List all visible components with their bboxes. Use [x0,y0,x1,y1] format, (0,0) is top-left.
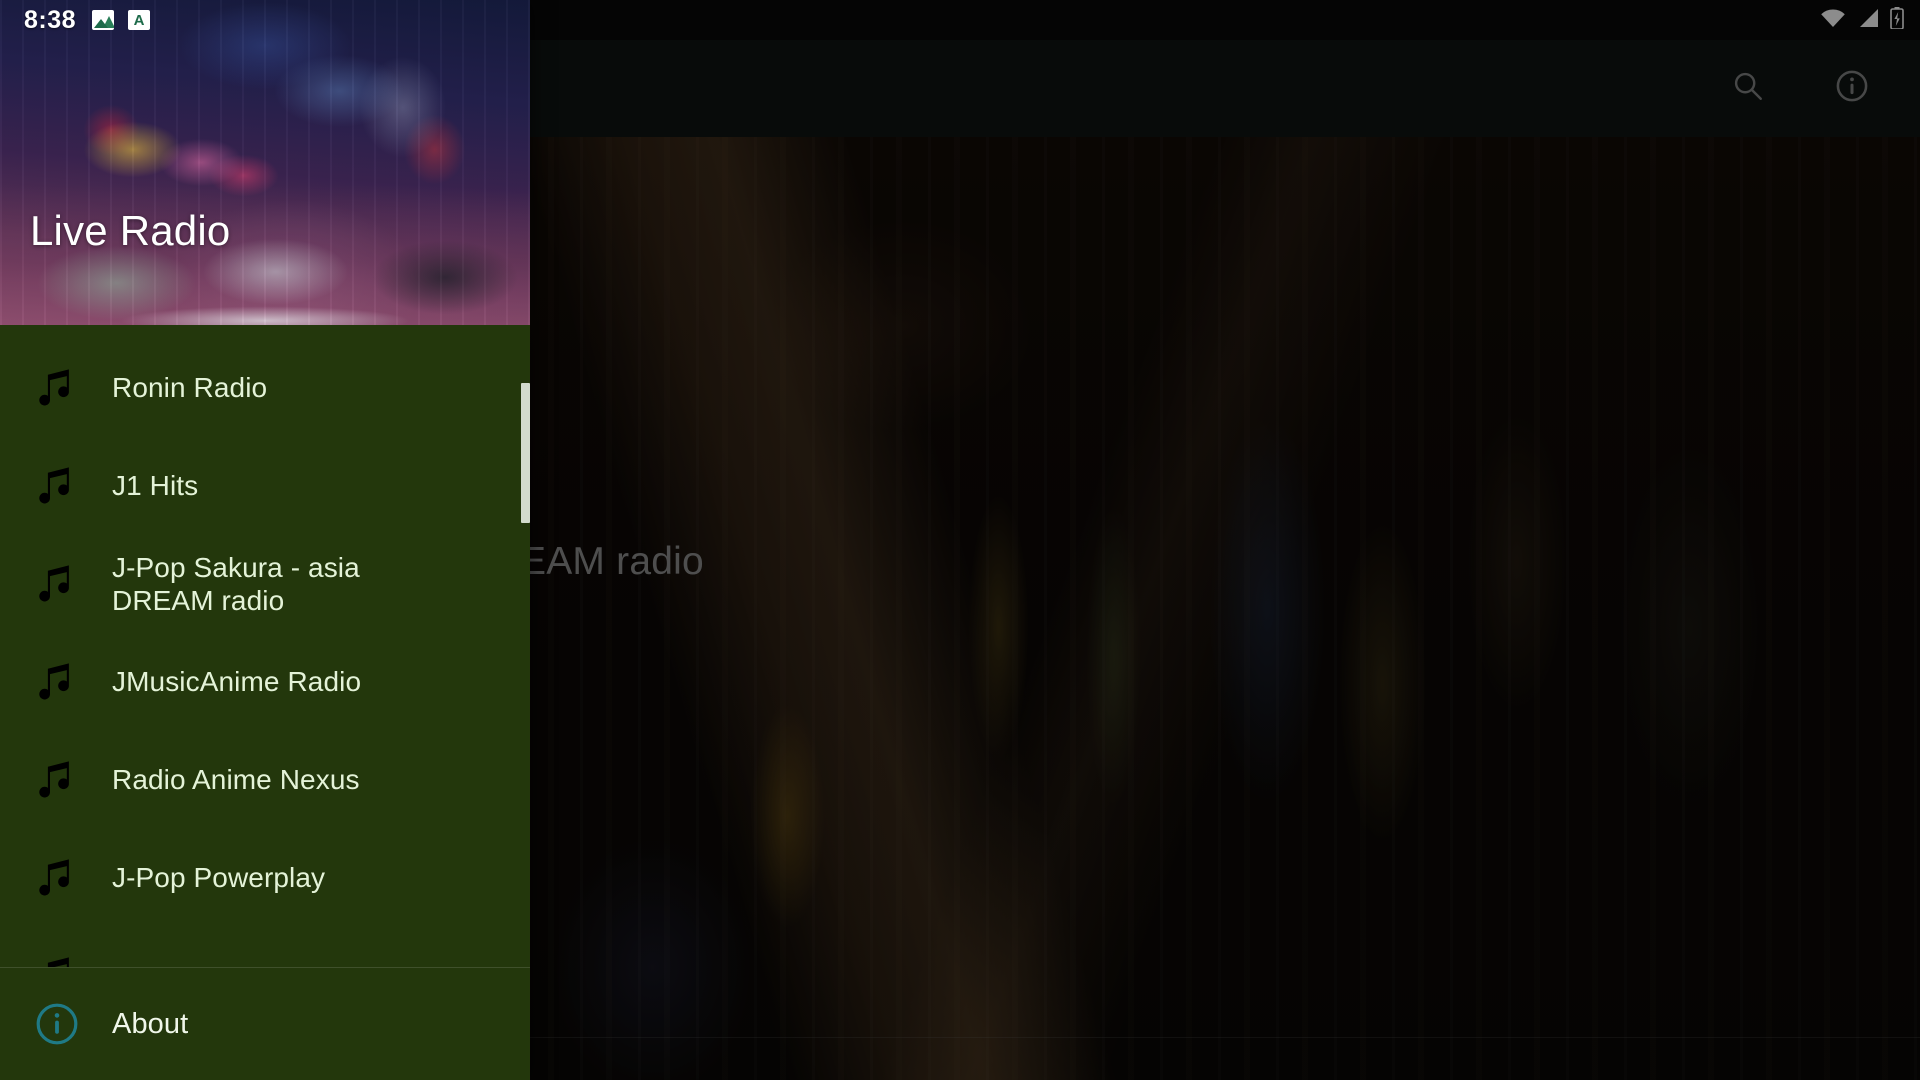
drawer-item-station[interactable]: JMusicAnime Radio [0,633,530,731]
drawer-item-station[interactable]: Ronin Radio [0,339,530,437]
drawer-item-label: J-Pop Powerplay [112,862,326,894]
drawer-item-label: JMusicAnime Radio [112,666,362,698]
music-note-icon [28,752,86,808]
drawer-item-station-partial[interactable] [0,927,530,967]
drawer-item-label: J1 Hits [112,470,199,502]
drawer-item-station[interactable]: Radio Anime Nexus [0,731,530,829]
drawer-item-about[interactable]: About [0,968,530,1080]
drawer-item-label: J-Pop Sakura - asia DREAM radio [112,551,360,616]
drawer-item-label: Radio Anime Nexus [112,764,360,796]
drawer-item-station[interactable]: J1 Hits [0,437,530,535]
music-note-icon [28,458,86,514]
drawer-scrollbar[interactable] [521,325,530,967]
navigation-drawer: 8:38 A Live Radio Ronin Radio J1 Hits J-… [0,0,530,1080]
drawer-item-label: Ronin Radio [112,372,268,404]
gallery-icon [92,10,115,30]
drawer-header: 8:38 A Live Radio [0,0,530,325]
status-bar-left: 8:38 A [0,0,530,40]
status-bar-clock: 8:38 [24,5,77,34]
drawer-scrollbar-thumb[interactable] [521,383,530,523]
music-note-icon [28,850,86,906]
drawer-item-station[interactable]: J-Pop Powerplay [0,829,530,927]
drawer-header-title: Live Radio [30,207,231,254]
status-bar-notification-icons: A [92,10,151,30]
drawer-item-about-label: About [112,1007,189,1040]
app-a-icon: A [128,10,151,30]
music-note-icon [28,948,86,967]
info-circle-icon [28,1000,86,1048]
music-note-icon [28,654,86,710]
app-screen: EAM radio 8:38 A Live Radio Ronin Radio … [0,0,1920,1080]
drawer-item-station[interactable]: J-Pop Sakura - asia DREAM radio [0,535,530,633]
drawer-station-list[interactable]: Ronin Radio J1 Hits J-Pop Sakura - asia … [0,325,530,967]
music-note-icon [28,556,86,612]
music-note-icon [28,360,86,416]
